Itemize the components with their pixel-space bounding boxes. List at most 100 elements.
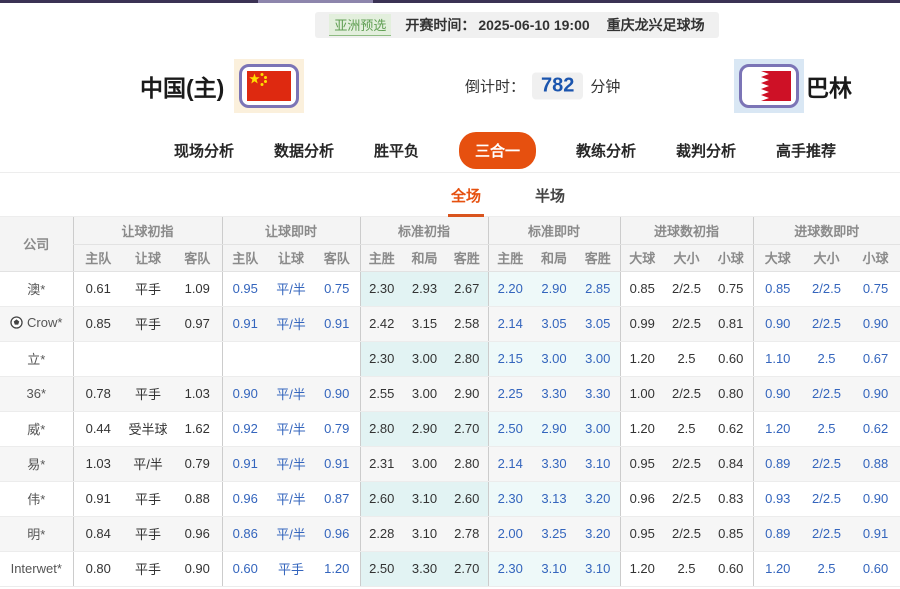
nav-tab-three-in-one[interactable]: 三合一 <box>458 132 536 169</box>
nav-tab-expert-picks[interactable]: 高手推荐 <box>776 140 836 161</box>
company-cell[interactable]: 伟* <box>0 481 73 517</box>
odds-cell: 0.62 <box>709 411 754 447</box>
odds-cell: 平/半 <box>268 271 314 307</box>
odds-cell: 2.70 <box>446 411 488 447</box>
odds-cell: 2.50 <box>359 551 403 587</box>
odds-cell: 3.00 <box>403 341 446 377</box>
odds-cell: 0.83 <box>709 481 754 517</box>
odds-cell: 2.90 <box>403 411 446 447</box>
countdown-unit: 分钟 <box>590 78 621 96</box>
odds-cell: 0.86 <box>221 516 268 552</box>
odds-cell: 2.90 <box>532 411 576 447</box>
odds-cell: 0.75 <box>851 271 900 307</box>
odds-cell: 0.90 <box>851 376 900 412</box>
nav-tab-live-analysis[interactable]: 现场分析 <box>174 140 234 161</box>
odds-cell: 0.87 <box>314 481 360 517</box>
sub-header: 让球 <box>268 244 314 272</box>
nav-tab-referee-analysis[interactable]: 裁判分析 <box>676 140 736 161</box>
odds-cell: 2/2.5 <box>802 516 852 552</box>
odds-cell: 2/2.5 <box>664 446 709 482</box>
odds-cell: 平/半 <box>268 446 314 482</box>
odds-cell: 3.10 <box>403 516 446 552</box>
odds-cell: 3.10 <box>576 551 620 587</box>
nav-tab-coach-analysis[interactable]: 教练分析 <box>576 140 636 161</box>
sub-header: 小球 <box>851 244 900 272</box>
sub-header: 客队 <box>314 244 360 272</box>
odds-cell: 2/2.5 <box>802 271 852 307</box>
odds-cell: 2.80 <box>446 446 488 482</box>
odds-cell: 0.88 <box>851 446 900 482</box>
company-cell[interactable]: 威* <box>0 411 73 447</box>
subtab-label: 全场 <box>450 188 481 205</box>
table-row: 威* 0.44 受半球 1.62 0.92 平/半 0.79 2.80 2.90 2.70 2.50… <box>0 411 900 447</box>
odds-cell: 2.25 <box>487 376 532 412</box>
odds-cell: 2/2.5 <box>802 446 852 482</box>
odds-cell: 平/半 <box>123 446 173 482</box>
odds-cell: 0.90 <box>851 306 900 342</box>
sub-header: 客胜 <box>576 244 620 272</box>
odds-cell: 2.78 <box>446 516 488 552</box>
odds-cell: 3.00 <box>576 341 620 377</box>
subtab-full-match[interactable]: 全场 <box>447 173 484 217</box>
league-badge[interactable]: 亚洲预选 <box>329 14 392 36</box>
odds-table-wrap: 公司 让球初指 让球即时 标准初指 标准即时 进球数初指 进球数即时 主队 让球 客队 主队 让球 客队… <box>0 217 900 587</box>
odds-cell: 0.75 <box>709 271 754 307</box>
odds-cell: 2.5 <box>664 341 709 377</box>
odds-cell: 0.62 <box>851 411 900 447</box>
odds-cell: 平手 <box>123 481 173 517</box>
odds-cell: 1.03 <box>173 376 222 412</box>
nav-tab-win-draw-loss[interactable]: 胜平负 <box>374 140 419 161</box>
table-row: Interwet* 0.80 平手 0.90 0.60 平手 1.20 2.50 3.30 2.7… <box>0 551 900 587</box>
soccer-ball-icon <box>10 316 23 332</box>
subtab-half-match[interactable]: 半场 <box>532 173 568 217</box>
odds-cell: 平手 <box>123 516 173 552</box>
company-cell[interactable]: 明* <box>0 516 73 552</box>
odds-cell: 0.90 <box>314 376 360 412</box>
odds-cell: 0.81 <box>709 306 754 342</box>
company-cell[interactable]: 36* <box>0 376 73 412</box>
odds-cell: 0.84 <box>72 516 123 552</box>
odds-cell: 3.05 <box>576 306 620 342</box>
group-header: 标准初指 <box>359 217 488 245</box>
odds-cell: 平手 <box>123 551 173 587</box>
odds-cell: 0.91 <box>72 481 123 517</box>
table-row: 36* 0.78 平手 1.03 0.90 平/半 0.90 2.55 3.00 2.90 2.25… <box>0 376 900 412</box>
sub-header: 大球 <box>619 244 664 272</box>
kickoff-value: 2025-06-10 19:00 <box>478 17 590 33</box>
company-cell[interactable]: Crow* <box>0 306 73 342</box>
odds-cell: 0.61 <box>72 271 123 307</box>
company-cell[interactable]: 澳* <box>0 271 73 307</box>
odds-cell: 2.30 <box>359 341 403 377</box>
company-name: 明* <box>27 527 46 542</box>
odds-cell: 2.60 <box>446 481 488 517</box>
odds-cell: 0.44 <box>72 411 123 447</box>
table-row: 易* 1.03 平/半 0.79 0.91 平/半 0.91 2.31 3.00 2.80 2.14… <box>0 446 900 482</box>
odds-cell: 1.20 <box>752 411 803 447</box>
odds-cell: 1.20 <box>619 551 664 587</box>
match-header: 中国(主) 倒计时： 782 分钟 巴林 <box>0 50 900 122</box>
odds-cell: 0.88 <box>173 481 222 517</box>
odds-cell: 3.00 <box>532 341 576 377</box>
odds-cell: 2.55 <box>359 376 403 412</box>
odds-cell: 2.5 <box>664 551 709 587</box>
nav-tab-data-analysis[interactable]: 数据分析 <box>274 140 334 161</box>
odds-cell: 2.30 <box>359 271 403 307</box>
odds-cell: 1.20 <box>619 341 664 377</box>
odds-cell: 0.91 <box>221 306 268 342</box>
company-cell[interactable]: 易* <box>0 446 73 482</box>
odds-cell: 0.85 <box>72 306 123 342</box>
odds-cell: 3.13 <box>532 481 576 517</box>
odds-cell: 受半球 <box>123 411 173 447</box>
odds-cell: 平手 <box>123 271 173 307</box>
kickoff-label: 开赛时间： <box>405 17 476 33</box>
odds-cell: 0.91 <box>314 306 360 342</box>
group-header: 让球即时 <box>221 217 360 245</box>
china-flag-icon <box>239 64 299 108</box>
odds-cell: 平手 <box>268 551 314 587</box>
odds-cell: 2.31 <box>359 446 403 482</box>
odds-cell: 2.80 <box>359 411 403 447</box>
odds-cell: 2.60 <box>359 481 403 517</box>
sub-header: 主胜 <box>359 244 403 272</box>
company-cell[interactable]: 立* <box>0 341 73 377</box>
company-cell[interactable]: Interwet* <box>0 551 73 587</box>
